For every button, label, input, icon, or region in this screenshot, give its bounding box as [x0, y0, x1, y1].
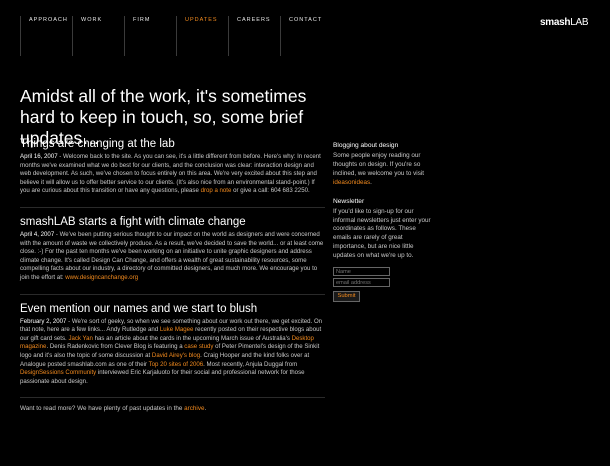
logo-bold: smash	[540, 17, 571, 28]
post-text: . Most recently, Anjula Duggal from	[203, 360, 298, 368]
blog-copy: Some people enjoy reading our thoughts o…	[333, 152, 424, 177]
post-title: Even mention our names and we start to b…	[20, 302, 258, 315]
site-logo[interactable]: smashLAB	[540, 17, 589, 28]
case-study-link[interactable]: case study	[184, 343, 213, 350]
logo-light: LAB	[570, 17, 589, 28]
ideasonideas-link[interactable]: ideasonideas	[333, 179, 370, 186]
archive-link[interactable]: archive	[184, 405, 204, 412]
post-date: February 2, 2007	[20, 317, 67, 325]
post-text: . Denis Radenkovic from Clever Blog is f…	[46, 343, 185, 351]
email-field[interactable]	[333, 278, 390, 288]
main-nav: APPROACH WORK FIRM UPDATES CAREERS CONTA…	[20, 16, 322, 56]
post-title: Things are changing at the lab	[20, 138, 175, 150]
blog-end: .	[370, 178, 372, 186]
post-body: April 4, 2007 - We've been putting serio…	[20, 231, 325, 283]
read-more-end: .	[204, 405, 207, 413]
nav-item-updates[interactable]: UPDATES	[176, 16, 218, 56]
drop-a-note-link[interactable]: drop a note	[201, 187, 232, 194]
newsletter-text: If you'd like to sign-up for our informa…	[333, 207, 431, 260]
post-item: Even mention our names and we start to b…	[20, 302, 325, 387]
blog-text: Some people enjoy reading our thoughts o…	[333, 152, 433, 188]
sidebar: Blogging about design Some people enjoy …	[333, 142, 433, 312]
blog-section: Blogging about design Some people enjoy …	[333, 142, 433, 188]
post-date: April 16, 2007	[20, 153, 58, 160]
newsletter-heading: Newsletter	[333, 197, 365, 205]
jack-yan-link[interactable]: Jack Yan	[68, 335, 93, 342]
nav-item-work[interactable]: WORK	[72, 16, 102, 56]
divider	[20, 206, 325, 208]
designsessions-link[interactable]: DesignSessions Community	[20, 369, 96, 376]
updates-column: Things are changing at the lab April 16,…	[20, 137, 325, 412]
divider	[20, 293, 325, 295]
submit-button[interactable]: Submit	[333, 291, 360, 303]
post-date: April 4, 2007	[20, 230, 55, 238]
post-body: February 2, 2007 - We're sort of geeky, …	[20, 318, 325, 387]
top-20-sites-link[interactable]: Top 20 sites of 2006	[149, 361, 204, 368]
newsletter-section: Newsletter If you'd like to sign-up for …	[333, 197, 433, 303]
post-item: smashLAB starts a fight with climate cha…	[20, 215, 325, 283]
post-body: April 16, 2007 - Welcome back to the sit…	[20, 153, 325, 196]
nav-item-approach[interactable]: APPROACH	[20, 16, 68, 56]
nav-item-careers[interactable]: CAREERS	[228, 16, 271, 56]
page: APPROACH WORK FIRM UPDATES CAREERS CONTA…	[0, 0, 610, 466]
post-text: or give a call: 604 683 2250.	[231, 187, 310, 195]
post-title: smashLAB starts a fight with climate cha…	[20, 215, 246, 228]
nav-item-contact[interactable]: CONTACT	[280, 16, 322, 56]
blog-heading: Blogging about design	[333, 142, 399, 149]
read-more: Want to read more? We have plenty of pas…	[20, 405, 325, 412]
divider	[20, 397, 325, 399]
post-item: Things are changing at the lab April 16,…	[20, 137, 325, 196]
post-text: has an article about the cards in the up…	[92, 334, 292, 342]
newsletter-form: Submit	[333, 267, 433, 303]
luke-magee-link[interactable]: Luke Magee	[160, 326, 194, 333]
designcanchange-link[interactable]: www.designcanchange.org	[65, 274, 138, 281]
david-airey-blog-link[interactable]: David Airey's blog	[152, 352, 200, 359]
name-field[interactable]	[333, 267, 390, 277]
nav-item-firm[interactable]: FIRM	[124, 16, 150, 56]
read-more-text: Want to read more? We have plenty of pas…	[20, 405, 185, 413]
